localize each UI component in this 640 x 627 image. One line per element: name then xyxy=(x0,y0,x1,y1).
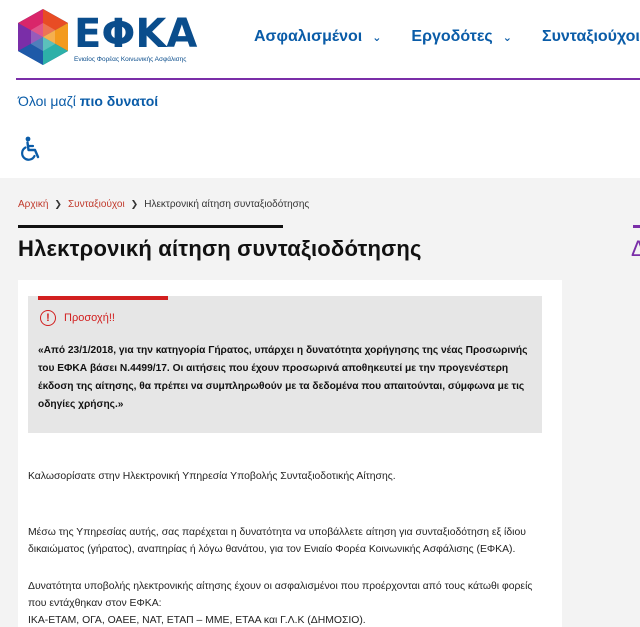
sidebar-title-fragment: Δ xyxy=(631,236,640,261)
alert-message: «Από 23/1/2018, για την κατηγορία Γήρατο… xyxy=(38,345,528,410)
logo-wordmark: ΕΦΚΑ xyxy=(74,11,198,57)
page-title: Ηλεκτρονική αίτηση συνταξιοδότησης xyxy=(18,236,422,261)
eligibility-funds: ΙΚΑ-ΕΤΑΜ, ΟΓΑ, ΟΑΕΕ, ΝΑΤ, ΕΤΑΠ – ΜΜΕ, ΕΤ… xyxy=(28,615,366,626)
logo-subtitle: Ενιαίος Φορέας Κοινωνικής Ασφάλισης xyxy=(74,56,187,63)
nav-item-employers[interactable]: Εργοδότες ⌄ xyxy=(411,28,512,46)
nav-item-pensioners[interactable]: Συνταξιούχοι ⌄ xyxy=(542,28,640,46)
hexagon-logo-icon xyxy=(18,9,68,65)
chevron-down-icon: ⌄ xyxy=(372,31,382,44)
nav-item-insured[interactable]: Ασφαλισμένοι ⌄ xyxy=(254,28,381,46)
breadcrumb-current: Ηλεκτρονική αίτηση συνταξιοδότησης xyxy=(144,199,310,210)
title-accent-bar xyxy=(18,225,283,228)
header-divider xyxy=(16,78,640,80)
efka-logo[interactable]: ΕΦΚΑ Ενιαίος Φορέας Κοινωνικής Ασφάλισης xyxy=(16,8,198,68)
nav-item-label: Συνταξιούχοι xyxy=(541,28,640,45)
wheelchair-icon[interactable] xyxy=(20,136,42,162)
content-card: ! Προσοχή!! «Από 23/1/2018, για την κατη… xyxy=(18,280,562,627)
chevron-right-icon: ❯ xyxy=(130,199,139,209)
chevron-right-icon: ❯ xyxy=(54,199,62,209)
breadcrumb: Αρχική ❯ Συνταξιούχοι ❯ Ηλεκτρονική αίτη… xyxy=(18,199,309,210)
service-description: Μέσω της Υπηρεσίας αυτής, σας παρέχεται … xyxy=(28,527,526,555)
main-nav: Ασφαλισμένοι ⌄ Εργοδότες ⌄ Συνταξιούχοι … xyxy=(254,28,640,46)
breadcrumb-home[interactable]: Αρχική xyxy=(18,199,48,210)
nav-item-label: Ασφαλισμένοι xyxy=(254,28,363,45)
eligibility-intro: Δυνατότητα υποβολής ηλεκτρονικής αίτησης… xyxy=(28,581,533,609)
exclamation-circle-icon: ! xyxy=(40,310,56,326)
nav-item-label: Εργοδότες xyxy=(411,28,493,45)
alert-box: ! Προσοχή!! «Από 23/1/2018, για την κατη… xyxy=(28,296,542,433)
alert-title: Προσοχή!! xyxy=(64,312,115,324)
breadcrumb-pensioners[interactable]: Συνταξιούχοι xyxy=(68,199,125,210)
welcome-text: Καλωσορίσατε στην Ηλεκτρονική Υπηρεσία Υ… xyxy=(28,471,396,482)
sidebar-accent-bar xyxy=(633,225,640,228)
chevron-down-icon: ⌄ xyxy=(502,31,512,44)
alert-header: ! Προσοχή!! xyxy=(40,310,115,326)
slogan-normal: Όλοι μαζί xyxy=(18,93,80,109)
eligibility-text: Δυνατότητα υποβολής ηλεκτρονικής αίτησης… xyxy=(28,578,548,627)
slogan-bold: πιο δυνατοί xyxy=(79,93,159,109)
alert-accent-bar xyxy=(38,296,168,300)
slogan: Όλοι μαζί πιο δυνατοί xyxy=(18,93,158,109)
site-header: ΕΦΚΑ Ενιαίος Φορέας Κοινωνικής Ασφάλισης… xyxy=(0,0,640,80)
